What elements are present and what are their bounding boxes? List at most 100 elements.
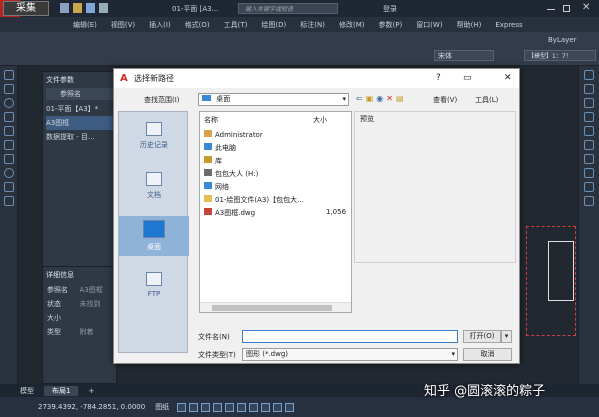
column-size-header[interactable]: 大小 xyxy=(313,115,327,125)
snap-toggle-icon[interactable] xyxy=(189,402,199,412)
chevron-down-icon: ▾ xyxy=(342,95,346,103)
move-tool-icon[interactable] xyxy=(584,126,594,136)
lookin-select[interactable]: 桌面 ▾ xyxy=(198,93,349,106)
fillet-tool-icon[interactable] xyxy=(584,182,594,192)
drawing-frame-inner xyxy=(548,241,574,301)
offset-tool-icon[interactable] xyxy=(584,112,594,122)
file-row[interactable]: 此电脑 xyxy=(204,143,349,153)
search-web-icon[interactable]: ◉ xyxy=(376,94,383,103)
search-field[interactable]: 键入关键字或短语 xyxy=(238,3,338,14)
polygon-tool-icon[interactable] xyxy=(3,140,14,150)
open-button[interactable]: 打开(O) xyxy=(463,330,501,343)
library-icon xyxy=(204,156,212,163)
file-row[interactable]: 网络 xyxy=(204,182,349,192)
menu-item[interactable]: 绘图(D) xyxy=(254,20,293,30)
trim-tool-icon[interactable] xyxy=(584,168,594,178)
open-icon[interactable] xyxy=(73,3,82,13)
new-icon[interactable] xyxy=(60,3,69,13)
preview-label: 预览 xyxy=(360,115,374,123)
horizontal-scrollbar[interactable] xyxy=(200,302,351,312)
menu-item[interactable]: 窗口(W) xyxy=(409,20,449,30)
column-name-header[interactable]: 名称 xyxy=(204,115,218,125)
file-row[interactable]: 库 xyxy=(204,156,349,166)
style-select[interactable]: 【模型】1：7！ xyxy=(524,50,596,61)
copy-tool-icon[interactable] xyxy=(584,84,594,94)
maximize-icon[interactable] xyxy=(563,5,570,12)
tools-menu[interactable]: 工具(L) xyxy=(475,95,498,105)
layout-tab[interactable]: 模型 xyxy=(12,386,42,396)
place-documents[interactable]: 文档 xyxy=(119,172,189,200)
selection-cycling-icon[interactable] xyxy=(273,402,283,412)
scrollbar-thumb[interactable] xyxy=(212,305,332,311)
arc-tool-icon[interactable] xyxy=(3,112,14,122)
annotation-scale-icon[interactable] xyxy=(285,402,295,412)
erase-tool-icon[interactable] xyxy=(584,70,594,80)
dialog-close-button[interactable]: ✕ xyxy=(504,73,512,83)
file-list[interactable]: 名称 大小 Administrator 此电脑库包包大人 (H:) 网络 01-绘图文… xyxy=(199,111,352,313)
file-row[interactable]: Administrator xyxy=(204,130,349,139)
print-icon[interactable] xyxy=(99,3,108,13)
transparency-toggle-icon[interactable] xyxy=(261,402,271,412)
circle-tool-icon[interactable] xyxy=(3,98,14,108)
palette-column-header[interactable]: 参照名 xyxy=(46,88,113,100)
new-folder-icon[interactable]: ▤ xyxy=(396,94,404,103)
place-desktop[interactable]: 桌面 xyxy=(119,216,189,256)
filename-input[interactable] xyxy=(242,330,458,343)
rectangle-tool-icon[interactable] xyxy=(3,126,14,136)
rotate-tool-icon[interactable] xyxy=(584,140,594,150)
ortho-toggle-icon[interactable] xyxy=(201,402,211,412)
back-icon[interactable]: ⇐ xyxy=(356,94,363,103)
filetype-select[interactable]: 图形 (*.dwg) ▾ xyxy=(242,348,458,361)
pin-icon[interactable]: ▭ xyxy=(463,73,472,83)
model-space-toggle[interactable]: 图纸 xyxy=(155,402,169,412)
spline-tool-icon[interactable] xyxy=(3,154,14,164)
polar-toggle-icon[interactable] xyxy=(213,402,223,412)
place-ftp[interactable]: FTP xyxy=(119,272,189,298)
open-dropdown-button[interactable]: ▾ xyxy=(501,330,512,343)
up-folder-icon[interactable]: ▣ xyxy=(366,94,374,103)
cancel-button[interactable]: 取消 xyxy=(463,348,512,361)
menu-item[interactable]: 帮助(H) xyxy=(450,20,489,30)
file-row[interactable]: A3图框.dwg 1,056 xyxy=(204,208,349,218)
menu-item[interactable]: 视图(V) xyxy=(104,20,142,30)
login-link[interactable]: 登录 xyxy=(383,4,397,14)
xref-item[interactable]: 数据提取 - 目... xyxy=(46,130,113,144)
views-menu[interactable]: 查看(V) xyxy=(433,95,457,105)
hatch-tool-icon[interactable] xyxy=(3,182,14,192)
file-row[interactable]: 包包大人 (H:) xyxy=(204,169,349,179)
text-tool-icon[interactable] xyxy=(3,196,14,206)
mirror-tool-icon[interactable] xyxy=(584,98,594,108)
xref-item[interactable]: 01-平面【A3】* xyxy=(46,102,113,116)
polyline-tool-icon[interactable] xyxy=(3,84,14,94)
grid-toggle-icon[interactable] xyxy=(177,402,187,412)
layout-tab[interactable]: 布局1 xyxy=(44,385,79,396)
line-tool-icon[interactable] xyxy=(3,70,14,80)
ellipse-tool-icon[interactable] xyxy=(3,168,14,178)
layout-tab[interactable]: + xyxy=(80,387,102,395)
osnap-toggle-icon[interactable] xyxy=(225,402,235,412)
menu-item[interactable]: 插入(I) xyxy=(142,20,178,30)
otrack-toggle-icon[interactable] xyxy=(237,402,247,412)
menu-item[interactable]: 工具(T) xyxy=(217,20,255,30)
place-label: 历史记录 xyxy=(140,141,168,149)
menu-item[interactable]: 标注(N) xyxy=(293,20,332,30)
lineweight-toggle-icon[interactable] xyxy=(249,402,259,412)
document-icon xyxy=(146,172,162,186)
place-label: FTP xyxy=(147,290,161,298)
minimize-icon[interactable] xyxy=(547,9,555,10)
font-select[interactable]: 宋体 xyxy=(434,50,494,61)
menu-item[interactable]: 参数(P) xyxy=(372,20,410,30)
place-history[interactable]: 历史记录 xyxy=(119,122,189,150)
explode-tool-icon[interactable] xyxy=(584,196,594,206)
scale-tool-icon[interactable] xyxy=(584,154,594,164)
delete-icon[interactable]: ✕ xyxy=(386,94,393,103)
menu-item[interactable]: 编辑(E) xyxy=(66,20,104,30)
menu-item[interactable]: 修改(M) xyxy=(332,20,372,30)
save-icon[interactable] xyxy=(86,3,95,13)
close-window-icon[interactable]: ✕ xyxy=(582,2,590,13)
menu-item[interactable]: Express xyxy=(488,21,529,29)
help-button[interactable]: ? xyxy=(436,73,441,83)
menu-item[interactable]: 格式(O) xyxy=(178,20,217,30)
xref-item[interactable]: A3图框 xyxy=(46,116,113,130)
file-row[interactable]: 01-绘图文件(A3)【包包大... xyxy=(204,195,349,205)
